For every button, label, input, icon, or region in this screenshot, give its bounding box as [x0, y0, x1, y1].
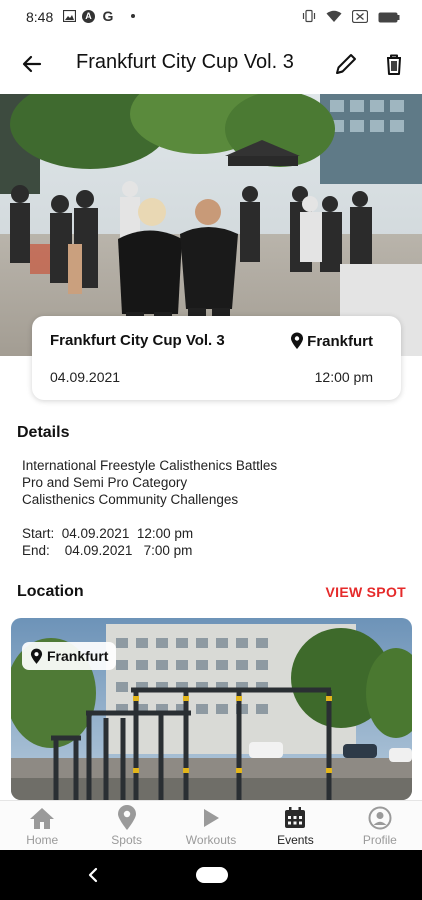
battery-icon	[378, 10, 400, 28]
arrow-left-icon	[22, 55, 42, 73]
edit-button[interactable]	[332, 50, 360, 78]
battery-saver-icon	[351, 9, 369, 28]
nav-label-spots: Spots	[111, 833, 142, 847]
location-chip-label: Frankfurt	[47, 648, 109, 664]
details-line: Pro and Semi Pro Category	[22, 475, 188, 490]
event-location: Frankfurt	[290, 332, 373, 350]
details-heading: Details	[17, 424, 70, 441]
wifi-icon	[326, 10, 342, 28]
details-line	[22, 508, 277, 525]
system-navigation-bar	[0, 850, 422, 900]
back-button[interactable]	[18, 50, 46, 78]
nav-item-events[interactable]: Events	[253, 801, 337, 851]
play-icon	[198, 805, 224, 831]
nav-item-workouts[interactable]: Workouts	[169, 801, 253, 851]
location-chip: Frankfurt	[22, 642, 117, 670]
nav-label-events: Events	[277, 833, 314, 847]
g-icon: G	[102, 8, 114, 24]
map-pin-icon	[30, 648, 43, 664]
trash-icon	[387, 54, 401, 75]
a-circle-icon: A	[82, 9, 95, 23]
details-line: Start: 04.09.2021 12:00 pm	[22, 526, 194, 541]
bottom-navigation: Home Spots Workouts Events Profile	[0, 800, 422, 851]
image-icon	[62, 9, 76, 23]
map-pin-icon	[291, 332, 304, 349]
profile-icon	[367, 805, 393, 831]
calendar-icon	[282, 805, 308, 831]
event-time: 12:00 pm	[314, 369, 373, 385]
location-heading: Location	[17, 583, 84, 600]
details-line: Calisthenics Community Challenges	[22, 492, 239, 507]
system-home-pill[interactable]	[196, 867, 228, 883]
delete-button[interactable]	[380, 50, 408, 78]
status-time: 8:48	[26, 9, 54, 25]
details-line: International Freestyle Calisthenics Bat…	[22, 458, 278, 473]
nav-label-profile: Profile	[362, 833, 397, 847]
details-text: International Freestyle Calisthenics Bat…	[22, 457, 277, 559]
nav-item-spots[interactable]: Spots	[84, 801, 168, 851]
nav-label-home: Home	[26, 833, 59, 847]
nav-item-home[interactable]: Home	[0, 801, 84, 851]
nav-label-workouts: Workouts	[185, 833, 237, 847]
view-spot-button[interactable]: VIEW SPOT	[326, 584, 407, 600]
details-line: End: 04.09.2021 7:00 pm	[22, 543, 193, 558]
event-date: 04.09.2021	[50, 369, 121, 385]
map-pin-icon	[114, 805, 140, 831]
nav-item-profile[interactable]: Profile	[338, 801, 422, 851]
pencil-icon	[336, 54, 356, 74]
vibrate-icon	[302, 9, 316, 28]
system-back-icon[interactable]	[86, 866, 100, 884]
event-location-label: Frankfurt	[307, 332, 373, 350]
page-title: Frankfurt City Cup Vol. 3	[76, 51, 294, 73]
home-icon	[29, 805, 55, 831]
dot-icon	[131, 14, 135, 18]
system-icons	[302, 9, 400, 28]
app-bar: Frankfurt City Cup Vol. 3	[0, 34, 422, 94]
status-bar: 8:48 A G	[0, 0, 422, 34]
event-title: Frankfurt City Cup Vol. 3	[50, 332, 225, 349]
notification-icons: A G	[62, 8, 135, 24]
location-photo[interactable]: Frankfurt	[11, 618, 412, 800]
event-info-card: Frankfurt City Cup Vol. 3 Frankfurt 04.0…	[32, 316, 401, 400]
